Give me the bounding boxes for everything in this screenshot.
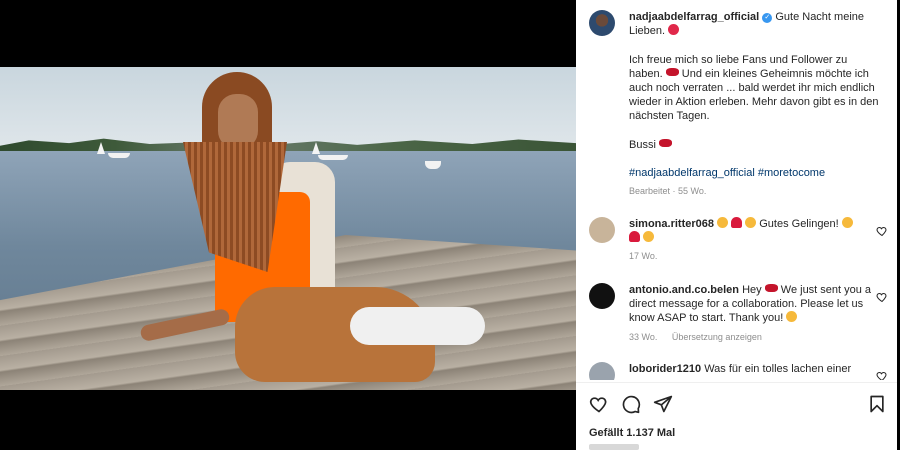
comment-text: Was für ein tolles lachen einer: [704, 363, 852, 375]
comment-like-heart-icon[interactable]: [876, 225, 888, 237]
red-heart-emoji-icon: [629, 231, 640, 243]
commenter-avatar[interactable]: [589, 362, 615, 380]
bookmark-icon[interactable]: [867, 394, 887, 414]
caption-hashtags[interactable]: #nadjaabdelfarrag_official #moretocome: [629, 166, 879, 180]
comment-icon[interactable]: [621, 394, 641, 414]
red-heart-emoji-icon: [731, 217, 743, 228]
likes-count[interactable]: Gefällt 1.137 Mal: [589, 427, 675, 439]
post-date-partial: [589, 444, 639, 450]
comment-age[interactable]: 33 Wo.: [629, 332, 657, 342]
clapping-emoji-icon: [745, 217, 757, 228]
commenter-username[interactable]: loborider1210: [629, 363, 701, 375]
lips-emoji-icon: [665, 67, 679, 76]
author-username[interactable]: nadjaabdelfarrag_official: [629, 11, 759, 23]
comment-like-heart-icon[interactable]: [876, 370, 888, 380]
actions-divider: [576, 382, 897, 383]
translate-link[interactable]: Übersetzung anzeigen: [672, 332, 762, 342]
clapping-emoji-icon: [643, 231, 655, 243]
rose-emoji-icon: [668, 24, 680, 36]
comment-like-heart-icon[interactable]: [876, 291, 888, 303]
post-media-panel: [0, 0, 576, 450]
caption-bussi: Bussi: [629, 138, 656, 151]
post-age[interactable]: 55 Wo.: [678, 186, 706, 196]
comment-text-a: Hey: [742, 284, 762, 296]
commenter-username[interactable]: simona.ritter068: [629, 218, 714, 230]
caption-meta: Bearbeitet · 55 Wo.: [629, 186, 707, 197]
caption-paragraph-2b: Und ein kleines Geheimnis möchte ich auc…: [629, 67, 879, 123]
post-side-panel: nadjaabdelfarrag_official ✓ Gute Nacht m…: [576, 0, 897, 450]
edited-label: Bearbeitet: [629, 186, 671, 197]
comment-age[interactable]: 17 Wo.: [629, 251, 657, 261]
commenter-username[interactable]: antonio.and.co.belen: [629, 284, 739, 296]
author-avatar[interactable]: [589, 10, 615, 36]
paper-plane-icon[interactable]: [653, 394, 673, 414]
commenter-avatar[interactable]: [589, 283, 615, 309]
verified-badge-icon: ✓: [762, 13, 773, 23]
photo-boat: [108, 153, 130, 158]
heart-eyes-emoji-icon: [841, 217, 853, 228]
lips-emoji-icon: [764, 284, 778, 292]
commenter-avatar[interactable]: [589, 217, 615, 243]
photo-woman-sitting: [139, 72, 490, 390]
comment-item: loborider1210 Was für ein tolles lachen …: [589, 362, 889, 380]
photo-sailboat: [97, 142, 105, 154]
post-actions-bar: [589, 394, 885, 416]
lips-emoji-icon: [658, 138, 672, 147]
heart-icon[interactable]: [589, 394, 609, 414]
post-caption: nadjaabdelfarrag_official ✓ Gute Nacht m…: [629, 10, 879, 199]
post-photo[interactable]: [0, 67, 576, 390]
heart-eyes-emoji-icon: [717, 217, 729, 228]
comment-text: Gutes Gelingen!: [759, 218, 839, 230]
smile-emoji-icon: [786, 311, 798, 323]
